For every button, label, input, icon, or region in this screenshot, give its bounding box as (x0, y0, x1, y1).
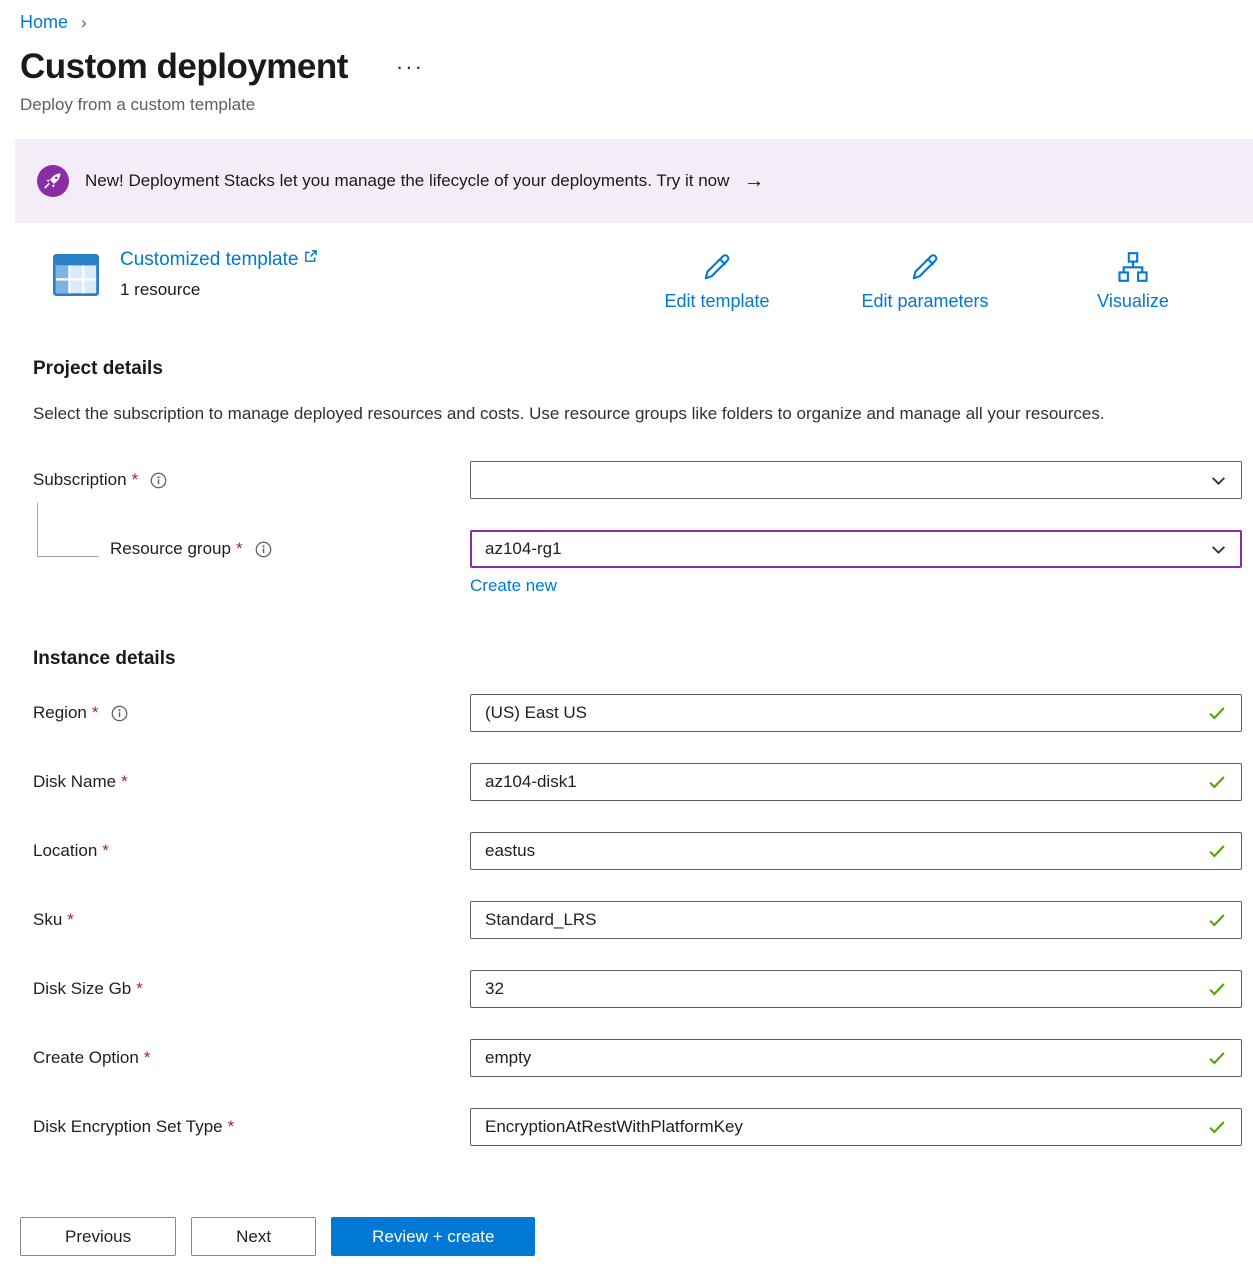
resource-group-row: Resource group * az104-rg1 (33, 530, 1242, 568)
pencil-icon (907, 249, 943, 285)
create-option-label: Create Option (33, 1048, 139, 1068)
region-value: (US) East US (485, 703, 1197, 723)
breadcrumb-chevron-icon: › (81, 13, 87, 32)
checkmark-icon (1207, 910, 1227, 930)
checkmark-icon (1207, 841, 1227, 861)
subscription-dropdown[interactable] (470, 461, 1242, 499)
project-details-heading: Project details (33, 358, 1253, 380)
banner-text: New! Deployment Stacks let you manage th… (85, 171, 729, 191)
template-icon (52, 253, 100, 297)
region-input[interactable]: (US) East US (470, 694, 1242, 732)
chevron-down-icon (1210, 472, 1227, 489)
template-name: Customized template (120, 249, 298, 271)
location-input[interactable]: eastus (470, 832, 1242, 870)
disk-encryption-label: Disk Encryption Set Type (33, 1117, 223, 1137)
footer-bar: Previous Next Review + create (0, 1202, 1253, 1280)
required-asterisk: * (236, 539, 243, 559)
page-header: Custom deployment ··· (20, 47, 1253, 87)
next-button[interactable]: Next (191, 1217, 316, 1256)
required-asterisk: * (102, 841, 109, 861)
required-asterisk: * (121, 772, 128, 792)
previous-button[interactable]: Previous (20, 1217, 176, 1256)
hierarchy-icon (1115, 249, 1151, 285)
external-link-icon (303, 249, 318, 264)
project-details-description: Select the subscription to manage deploy… (33, 400, 1183, 427)
checkmark-icon (1207, 979, 1227, 999)
sku-input[interactable]: Standard_LRS (470, 901, 1242, 939)
disk-encryption-row: Disk Encryption Set Type * EncryptionAtR… (33, 1108, 1242, 1146)
checkmark-icon (1207, 1048, 1227, 1068)
subscription-row: Subscription * (33, 461, 1242, 499)
required-asterisk: * (228, 1117, 235, 1137)
resource-group-label: Resource group (110, 539, 231, 559)
page-title: Custom deployment (20, 47, 348, 87)
chevron-down-icon (1210, 541, 1227, 558)
resource-count: 1 resource (120, 280, 318, 300)
disk-name-row: Disk Name * az104-disk1 (33, 763, 1242, 801)
checkmark-icon (1207, 703, 1227, 723)
disk-name-label: Disk Name (33, 772, 116, 792)
location-value: eastus (485, 841, 1197, 861)
template-summary: Customized template 1 resource Edit temp… (52, 249, 1198, 312)
disk-size-value: 32 (485, 979, 1197, 999)
location-row: Location * eastus (33, 832, 1242, 870)
visualize-action[interactable]: Visualize (1068, 249, 1198, 312)
create-option-row: Create Option * empty (33, 1039, 1242, 1077)
disk-encryption-input[interactable]: EncryptionAtRestWithPlatformKey (470, 1108, 1242, 1146)
sku-row: Sku * Standard_LRS (33, 901, 1242, 939)
info-icon[interactable] (111, 705, 128, 722)
subscription-label: Subscription (33, 470, 127, 490)
resource-group-value: az104-rg1 (485, 539, 1200, 559)
visualize-label: Visualize (1097, 291, 1169, 312)
disk-name-value: az104-disk1 (485, 772, 1197, 792)
resource-group-dropdown[interactable]: az104-rg1 (470, 530, 1242, 568)
checkmark-icon (1207, 772, 1227, 792)
create-new-link[interactable]: Create new (470, 576, 557, 595)
review-create-button[interactable]: Review + create (331, 1217, 535, 1256)
deployment-stacks-banner[interactable]: New! Deployment Stacks let you manage th… (15, 139, 1253, 223)
instance-details-heading: Instance details (33, 648, 1253, 670)
sku-label: Sku (33, 910, 62, 930)
sku-value: Standard_LRS (485, 910, 1197, 930)
disk-encryption-value: EncryptionAtRestWithPlatformKey (485, 1117, 1197, 1137)
info-icon[interactable] (255, 541, 272, 558)
breadcrumb: Home › (0, 0, 1253, 33)
edit-template-action[interactable]: Edit template (652, 249, 782, 312)
disk-size-label: Disk Size Gb (33, 979, 131, 999)
disk-name-input[interactable]: az104-disk1 (470, 763, 1242, 801)
required-asterisk: * (67, 910, 74, 930)
info-icon[interactable] (150, 472, 167, 489)
region-label: Region (33, 703, 87, 723)
more-options-icon[interactable]: ··· (396, 54, 424, 80)
disk-size-row: Disk Size Gb * 32 (33, 970, 1242, 1008)
region-row: Region * (US) East US (33, 694, 1242, 732)
required-asterisk: * (136, 979, 143, 999)
breadcrumb-home-link[interactable]: Home (20, 12, 68, 32)
checkmark-icon (1207, 1117, 1227, 1137)
pencil-icon (699, 249, 735, 285)
customized-template-link[interactable]: Customized template (120, 249, 318, 271)
create-option-value: empty (485, 1048, 1197, 1068)
edit-template-label: Edit template (664, 291, 769, 312)
page-subtitle: Deploy from a custom template (20, 95, 1253, 115)
required-asterisk: * (92, 703, 99, 723)
rocket-icon (37, 165, 69, 197)
arrow-right-icon[interactable]: → (743, 169, 764, 193)
tree-connector (37, 503, 99, 557)
create-option-input[interactable]: empty (470, 1039, 1242, 1077)
required-asterisk: * (132, 470, 139, 490)
edit-parameters-label: Edit parameters (861, 291, 988, 312)
location-label: Location (33, 841, 97, 861)
template-actions: Edit template Edit parameters Visualize (652, 249, 1198, 312)
disk-size-input[interactable]: 32 (470, 970, 1242, 1008)
required-asterisk: * (144, 1048, 151, 1068)
edit-parameters-action[interactable]: Edit parameters (860, 249, 990, 312)
